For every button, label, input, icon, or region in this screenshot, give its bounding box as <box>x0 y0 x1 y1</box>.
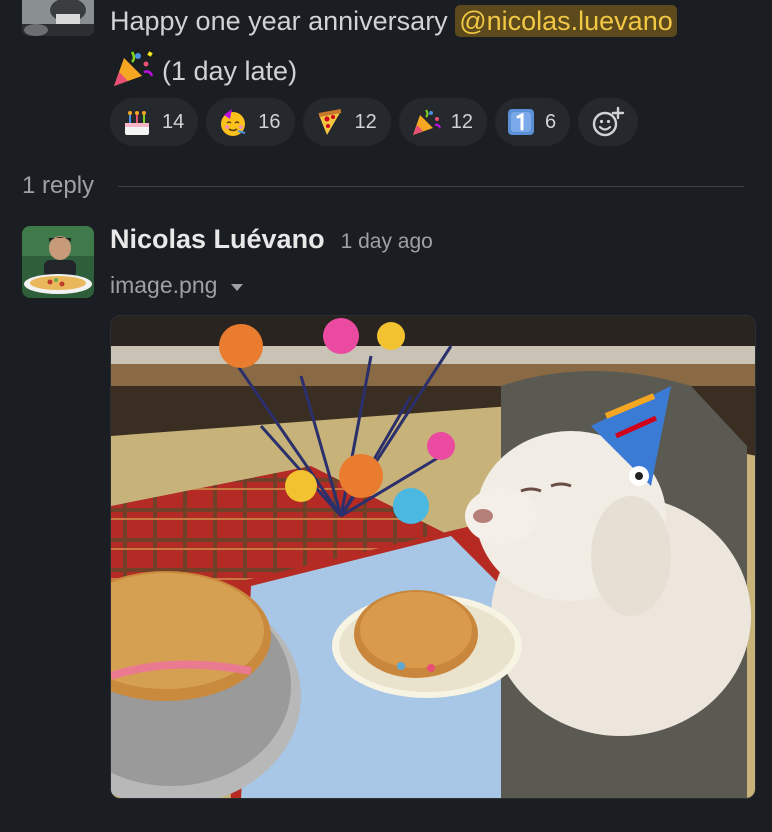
timestamp[interactable]: 1 day ago <box>341 230 433 254</box>
reaction-pizza[interactable]: 12 <box>302 98 391 146</box>
reaction-count: 6 <box>545 110 557 133</box>
reaction-partying-face[interactable]: 16 <box>206 98 295 146</box>
party-popper-icon <box>411 107 441 137</box>
image-attachment[interactable] <box>110 315 756 799</box>
file-name: image.png <box>110 272 218 298</box>
birthday-cake-icon <box>122 107 152 137</box>
divider-line <box>118 185 744 187</box>
message-text-suffix: (1 day late) <box>162 56 298 86</box>
reaction-count: 16 <box>258 110 281 133</box>
reaction-count: 12 <box>354 110 377 133</box>
avatar[interactable] <box>22 226 94 298</box>
reaction-party-popper[interactable]: 12 <box>398 98 487 146</box>
sender-avatar[interactable] <box>22 0 94 36</box>
author-name[interactable]: Nicolas Luévano <box>110 224 325 255</box>
reaction-keycap-1[interactable]: 6 <box>495 98 571 146</box>
partying-face-icon <box>218 107 248 137</box>
add-reaction-button[interactable] <box>578 98 639 146</box>
reaction-count: 14 <box>162 110 185 133</box>
reaction-count: 12 <box>450 110 473 133</box>
message-text-prefix: Happy one year anniversary <box>110 6 456 36</box>
file-name-row[interactable]: image.png <box>110 272 244 299</box>
reply-count[interactable]: 1 reply <box>22 172 94 200</box>
thread-divider: 1 reply <box>22 172 744 200</box>
reaction-bar: 14 16 12 12 6 <box>110 98 639 146</box>
reply-header: Nicolas Luévano 1 day ago <box>110 224 433 255</box>
party-popper-icon <box>110 48 154 95</box>
user-mention[interactable]: @nicolas.luevano <box>455 5 677 37</box>
keycap-one-icon <box>507 108 535 136</box>
pizza-icon <box>315 107 345 137</box>
message-text: Happy one year anniversary @nicolas.luev… <box>110 5 677 37</box>
add-reaction-icon <box>591 105 625 139</box>
reaction-birthday-cake[interactable]: 14 <box>110 98 199 146</box>
chevron-down-icon[interactable] <box>231 283 244 291</box>
message-text-line2: (1 day late) <box>110 48 297 95</box>
